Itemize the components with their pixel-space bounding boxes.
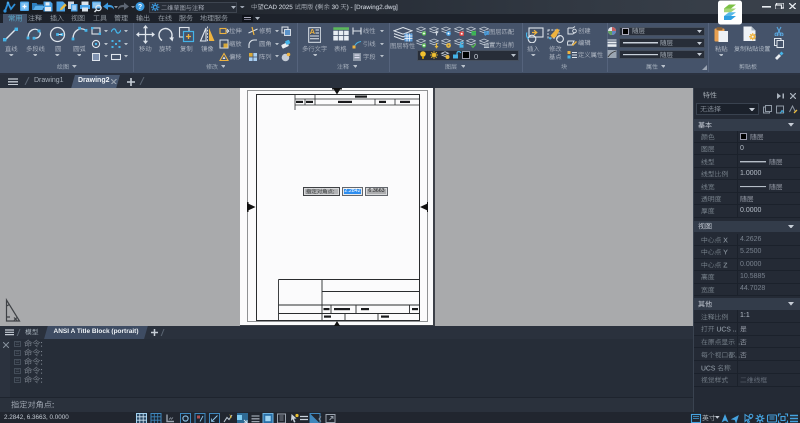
svg-text:A: A bbox=[309, 27, 315, 36]
svg-text:?: ? bbox=[138, 4, 142, 11]
